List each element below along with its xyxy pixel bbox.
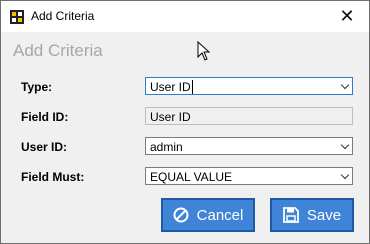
mouse-cursor-icon xyxy=(197,41,211,61)
close-icon: ✕ xyxy=(339,6,355,26)
dialog-heading: Add Criteria xyxy=(13,41,103,60)
window-title: Add Criteria xyxy=(31,9,95,23)
add-criteria-dialog: Add Criteria ✕ Add Criteria Type: User I… xyxy=(0,0,370,244)
user-id-select[interactable]: admin xyxy=(145,137,353,155)
cancel-button[interactable]: Cancel xyxy=(161,198,255,232)
save-button[interactable]: Save xyxy=(270,198,354,232)
field-must-label: Field Must: xyxy=(21,170,85,184)
save-icon xyxy=(282,207,299,223)
type-label: Type: xyxy=(21,80,53,94)
text-caret xyxy=(191,80,193,94)
type-select[interactable]: User ID xyxy=(145,77,353,95)
user-id-select-value: admin xyxy=(150,140,183,154)
close-button[interactable]: ✕ xyxy=(325,1,369,32)
field-id-value: User ID xyxy=(150,110,191,124)
type-select-value: User ID xyxy=(150,80,191,94)
field-must-select-value: EQUAL VALUE xyxy=(150,170,233,184)
field-id-label: Field ID: xyxy=(21,110,69,124)
save-button-label: Save xyxy=(306,206,342,224)
cancel-icon xyxy=(173,207,189,223)
user-id-label: User ID: xyxy=(21,140,68,154)
field-must-select[interactable]: EQUAL VALUE xyxy=(145,167,353,185)
field-id-field: User ID xyxy=(145,107,353,125)
app-icon xyxy=(10,10,24,24)
title-bar: Add Criteria ✕ xyxy=(1,1,369,32)
cancel-button-label: Cancel xyxy=(196,206,244,224)
